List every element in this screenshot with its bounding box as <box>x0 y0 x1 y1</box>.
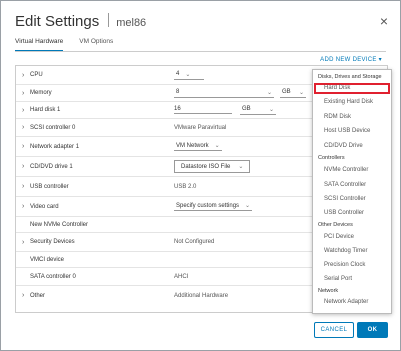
menu-item-watchdog[interactable]: Watchdog Timer <box>324 248 367 254</box>
chevron-right-icon[interactable]: › <box>22 143 30 150</box>
other-label: Other <box>30 292 46 299</box>
dialog-title: Edit Settings mel86 <box>15 13 146 30</box>
cpu-select[interactable]: 4 ⌄ <box>174 71 204 80</box>
menu-header-other: Other Devices <box>318 222 353 228</box>
video-label: Video card <box>30 203 59 210</box>
sata-label: SATA controller 0 <box>30 273 76 280</box>
menu-item-rdm-disk[interactable]: RDM Disk <box>324 114 351 120</box>
menu-item-host-usb[interactable]: Host USB Device <box>324 128 370 134</box>
chevron-right-icon[interactable]: › <box>22 72 30 79</box>
scsi-label: SCSI controller 0 <box>30 124 76 131</box>
dialog-title-text: Edit Settings <box>15 13 100 30</box>
add-device-menu: Disks, Drives and Storage Hard Disk Exis… <box>312 69 392 314</box>
sata-value: AHCI <box>174 273 189 280</box>
usb-label: USB controller <box>30 183 69 190</box>
chevron-down-icon: ⌄ <box>268 106 274 113</box>
ok-button[interactable]: OK <box>357 322 388 338</box>
memory-select[interactable]: 8 ⌄ <box>174 89 274 98</box>
menu-item-existing-hard-disk[interactable]: Existing Hard Disk <box>324 99 373 105</box>
tab-vm-options[interactable]: VM Options <box>79 38 113 52</box>
tab-divider <box>15 51 386 52</box>
tab-virtual-hardware[interactable]: Virtual Hardware <box>15 38 64 52</box>
menu-item-scsi[interactable]: SCSI Controller <box>324 196 366 202</box>
chevron-right-icon[interactable]: › <box>22 124 30 131</box>
network-label: Network adapter 1 <box>30 143 80 150</box>
vm-name: mel86 <box>116 17 147 29</box>
close-icon[interactable]: × <box>380 13 388 29</box>
menu-item-usb[interactable]: USB Controller <box>324 210 364 216</box>
video-select[interactable]: Specify custom settings ⌄ <box>174 202 253 211</box>
hard-disk-label: Hard disk 1 <box>30 107 61 113</box>
cpu-value: 4 <box>176 71 180 77</box>
cancel-button[interactable]: CANCEL <box>314 322 354 338</box>
memory-unit: GB <box>282 89 291 95</box>
security-value: Not Configured <box>174 239 215 245</box>
cpu-label: CPU <box>30 72 43 78</box>
memory-value: 8 <box>176 89 180 95</box>
cddvd-label: CD/DVD drive 1 <box>30 163 73 170</box>
hard-disk-unit-select[interactable]: GB ⌄ <box>240 106 276 115</box>
cddvd-value: Datastore ISO File <box>181 163 231 170</box>
usb-value: USB 2.0 <box>174 183 197 190</box>
menu-item-serial-port[interactable]: Serial Port <box>324 276 352 282</box>
chevron-down-icon: ⌄ <box>266 89 272 96</box>
network-select[interactable]: VM Network ⌄ <box>174 142 222 151</box>
menu-header-disks: Disks, Drives and Storage <box>318 74 382 80</box>
scsi-value: VMware Paravirtual <box>174 124 227 131</box>
chevron-down-icon: ⌄ <box>238 164 244 170</box>
memory-unit-select[interactable]: GB ⌄ <box>280 89 306 98</box>
vmci-label: VMCI device <box>30 256 65 263</box>
chevron-right-icon[interactable]: › <box>22 90 30 97</box>
menu-item-sata[interactable]: SATA Controller <box>324 182 366 188</box>
menu-header-controllers: Controllers <box>318 155 345 161</box>
menu-item-precision-clock[interactable]: Precision Clock <box>324 262 365 268</box>
chevron-down-icon: ⌄ <box>298 89 304 96</box>
edit-settings-dialog: Edit Settings mel86 × Virtual Hardware VM… <box>0 0 401 351</box>
menu-item-network-adapter[interactable]: Network Adapter <box>324 299 368 305</box>
chevron-right-icon[interactable]: › <box>22 107 30 114</box>
chevron-down-icon: ⌄ <box>245 203 251 209</box>
security-label: Security Devices <box>30 239 75 245</box>
memory-label: Memory <box>30 90 52 96</box>
menu-item-nvme[interactable]: NVMe Controller <box>324 167 368 173</box>
chevron-right-icon[interactable]: › <box>22 203 30 210</box>
menu-item-hard-disk[interactable]: Hard Disk <box>324 85 350 91</box>
other-value: Additional Hardware <box>174 292 229 299</box>
tab-bar: Virtual Hardware VM Options <box>15 38 113 52</box>
cddvd-select[interactable]: Datastore ISO File ⌄ <box>174 160 251 173</box>
new-nvme-label: New NVMe Controller <box>30 221 89 228</box>
chevron-down-icon: ⌄ <box>185 71 191 78</box>
hard-disk-unit: GB <box>242 106 251 112</box>
chevron-right-icon[interactable]: › <box>22 239 30 246</box>
hard-disk-size-input[interactable]: 16 <box>174 106 232 114</box>
menu-item-pci[interactable]: PCI Device <box>324 234 354 240</box>
chevron-right-icon[interactable]: › <box>22 183 30 190</box>
title-divider <box>108 13 110 27</box>
chevron-right-icon[interactable]: › <box>22 163 30 170</box>
chevron-down-icon: ⌄ <box>214 143 220 149</box>
chevron-right-icon[interactable]: › <box>22 292 30 299</box>
menu-header-network: Network <box>318 288 339 294</box>
network-value: VM Network <box>176 142 209 149</box>
add-new-device-button[interactable]: ADD NEW DEVICE ▾ <box>320 56 382 63</box>
video-value: Specify custom settings <box>176 202 240 209</box>
menu-item-cddvd[interactable]: CD/DVD Drive <box>324 143 363 149</box>
